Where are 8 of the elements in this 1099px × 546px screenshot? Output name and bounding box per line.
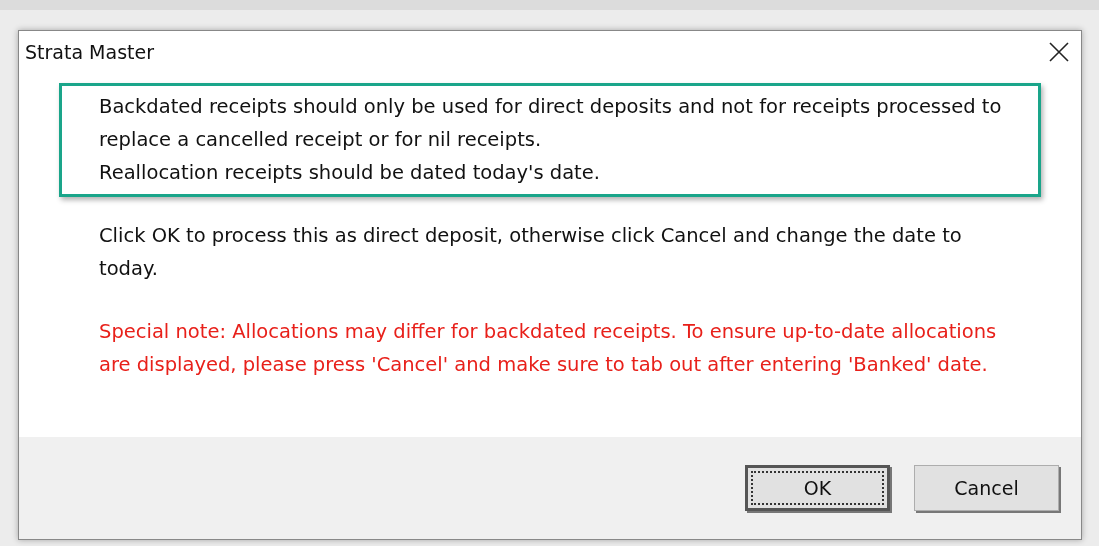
close-icon [1049, 42, 1069, 62]
cancel-button[interactable]: Cancel [914, 465, 1059, 511]
window-title: Strata Master [25, 41, 154, 63]
instruction-text: Click OK to process this as direct deposit, otherwise click Cancel and change the date to today. [98, 223, 963, 282]
special-note-text: Special note: Allocations may differ for backdated receipts. To ensure up-to-date allocations are displayed, please press 'Cancel' and make sure to tab out after entering 'Banked' date. [98, 319, 998, 378]
message-text: Backdated receipts should only be used for direct deposits and not for receipts processed to replace a cancelled receipt or for nil receipts. [99, 94, 1003, 153]
ok-button[interactable]: OK [745, 465, 890, 511]
message-text: Reallocation receipts should be dated today's date. [99, 160, 601, 186]
